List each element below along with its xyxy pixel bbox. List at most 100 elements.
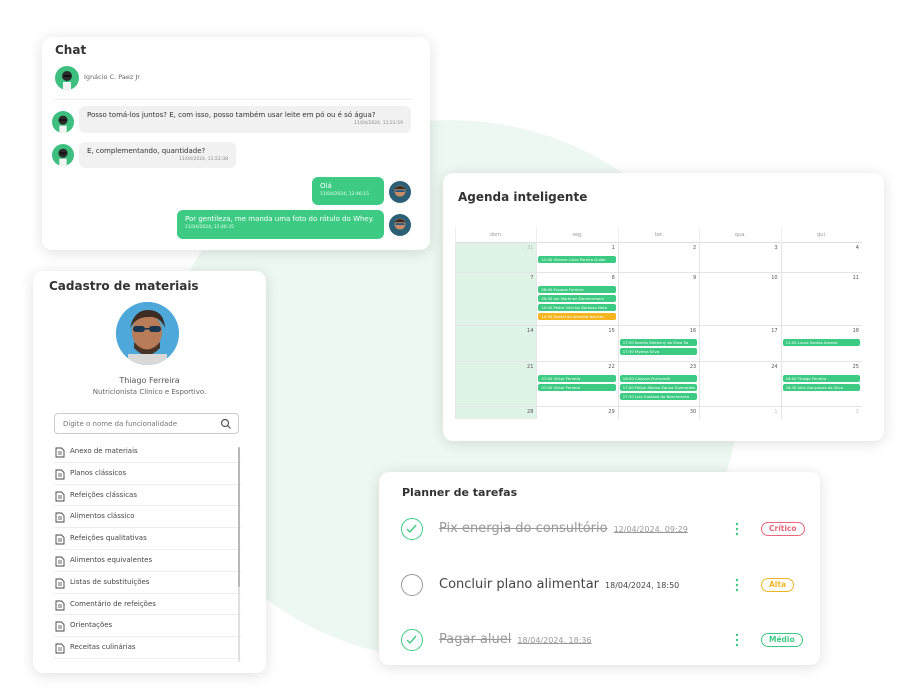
message-time: 11/04/2024, 12:46:35 [185,225,235,230]
material-list-item[interactable]: Listas de substituições [54,572,241,594]
priority-badge: Crítico [761,522,805,536]
calendar-day-cell[interactable]: 11 [780,273,862,326]
task-checkbox[interactable] [401,518,423,540]
material-list-item[interactable]: Alimentos equivalentes [54,550,241,572]
calendar-event[interactable]: 10:00 Pedro Vinicíus Barbosa Neto [538,304,616,311]
material-label: Listas de substituições [70,577,150,586]
day-number: 14 [527,328,534,334]
calendar-day-cell[interactable]: 9 [617,273,700,326]
calendar-event[interactable]: 08:00 Enoque Ferreira [538,286,616,293]
calendar-event[interactable]: 09:30 Ian Martinez Zimmermann [538,295,616,302]
task-checkbox[interactable] [401,574,423,596]
calendar-day-cell[interactable]: 29 [536,407,617,419]
calendar-event[interactable]: 07:00 Victor Ferreira [538,384,616,391]
material-list-item[interactable]: Refeições clássicas [54,485,241,507]
material-list-item[interactable]: Anexo de materiais [54,441,241,463]
contact-avatar[interactable] [55,66,79,90]
calendar-day-cell[interactable]: 1 [699,407,780,419]
task-checkbox[interactable] [401,629,423,651]
material-list-item[interactable]: Alimentos clássico [54,506,241,529]
calendar-event[interactable]: 17:30 Mylena Silva [619,348,698,355]
calendar-day-cell[interactable]: 3 [699,243,781,273]
calendar-event[interactable]: 17:00 Felipe Afonso Zanna Guimarães [619,384,698,391]
feature-search-input[interactable] [54,413,239,434]
material-label: Alimentos equivalentes [70,555,153,564]
day-number: 2 [693,245,697,251]
calendar-day-cell[interactable]: 4 [780,243,862,273]
scrollbar-thumb[interactable] [238,447,240,587]
calendar-day-cell[interactable]: 21 [455,362,537,407]
chat-message-outgoing: Olá 11/04/2024, 12:46:15 [312,177,384,205]
contact-avatar [52,111,74,133]
chat-message-outgoing: Por gentileza, me manda uma foto do rótu… [177,210,384,239]
calendar-day-cell[interactable]: 28 [455,407,537,419]
material-label: Alimentos clássico [70,512,135,521]
calendar-event[interactable]: 16:30 Clayson Portucedil [619,375,698,382]
document-icon [55,600,65,611]
material-list-item[interactable]: Refeições qualitativas [54,528,241,550]
material-list-item[interactable]: Orientações [54,615,241,638]
calendar-event[interactable]: 17:30 Luis Gustavo do Nascimento [619,393,698,400]
material-label: Refeições clássicas [70,490,137,499]
search-icon[interactable] [220,418,232,430]
calendar-event[interactable]: 16:30 Júlio Gonçalves da Silva [782,384,860,391]
calendar-event[interactable]: 10:30 Daniel de Almeida Barreto [538,313,616,320]
day-number: 11 [852,275,859,281]
material-list-item[interactable]: Planos clássicos [54,463,241,485]
document-icon [55,447,65,458]
calendar-day-cell[interactable]: 30 [617,407,699,419]
calendar-event[interactable]: 11:00 Lucas Santos Amaral [782,339,860,346]
day-number: 29 [608,409,615,415]
more-options-icon[interactable] [734,521,740,536]
task-name: Concluir plano alimentar 18/04/2024, 18:5… [439,577,679,592]
calendar-event[interactable]: 07:00 Victor Ferreira [538,375,616,382]
chat-message-incoming: Posso tomá-los juntos? E, com isso, poss… [79,106,411,133]
day-number: 28 [527,409,534,415]
weekday-header: dom. [455,227,536,243]
document-icon [55,578,65,589]
checkmark-icon [406,524,417,534]
calendar-day-cell[interactable]: 2 [617,243,700,273]
calendar-day-cell[interactable]: 24 [699,362,781,407]
profile-name: Thiago Ferreira [119,376,180,385]
materials-card: Cadastro de materiais Thiago Ferreira Nu… [33,271,266,673]
calendar-day-cell[interactable]: 17 [699,326,781,362]
message-text: Posso tomá-los juntos? E, com isso, poss… [87,111,376,119]
planner-title: Planner de tarefas [402,486,518,499]
material-label: Refeições qualitativas [70,534,147,543]
document-icon [55,534,65,545]
material-list-item[interactable]: Comentário de refeições [54,594,241,616]
materials-title: Cadastro de materiais [49,279,199,293]
calendar-day-cell[interactable]: 31 [455,243,537,273]
material-label: Planos clássicos [70,468,127,477]
calendar-event[interactable]: 17:00 Kamila Stefanny da Silva Sa [619,339,698,346]
day-number: 25 [852,364,859,370]
message-text: E, complementando, quantidade? [87,147,206,155]
agenda-title: Agenda inteligente [458,190,588,204]
calendar-day-cell[interactable]: 2 [780,407,862,419]
calendar-event[interactable]: 16:00 Thiago Ferreira [782,375,860,382]
day-number: 8 [611,275,615,281]
material-label: Comentário de refeições [70,599,156,608]
task-row: Pix energia do consultório 12/04/2024, 09… [401,517,806,541]
calendar-day-cell[interactable]: 15 [536,326,618,362]
message-text: Olá [320,182,332,190]
calendar-day-cell[interactable]: 7 [455,273,537,326]
material-label: Anexo de materiais [70,447,138,455]
calendar-event[interactable]: 11:00 Viviane Lucia Pereira Guiler [538,256,616,263]
calendar-grid: dom. seg. ter. qua. qui. 31 1 2 3 4 11:00 Viviane… [455,227,862,419]
more-options-icon[interactable] [734,632,740,647]
task-title: Concluir plano alimentar [439,577,600,592]
material-label: Receitas culinárias [70,643,136,652]
profile-role: Nutricionista Clínico e Esportivo. [92,388,207,396]
calendar-day-cell[interactable]: 14 [455,326,537,362]
more-options-icon[interactable] [734,577,740,592]
day-number: 16 [689,328,697,334]
day-number: 4 [855,245,859,251]
document-icon [55,469,65,480]
day-number: 1 [611,245,615,251]
document-icon [55,512,65,523]
calendar-day-cell[interactable]: 10 [699,273,781,326]
material-list-item[interactable]: Receitas culinárias [54,637,241,659]
contact-avatar [52,144,74,166]
